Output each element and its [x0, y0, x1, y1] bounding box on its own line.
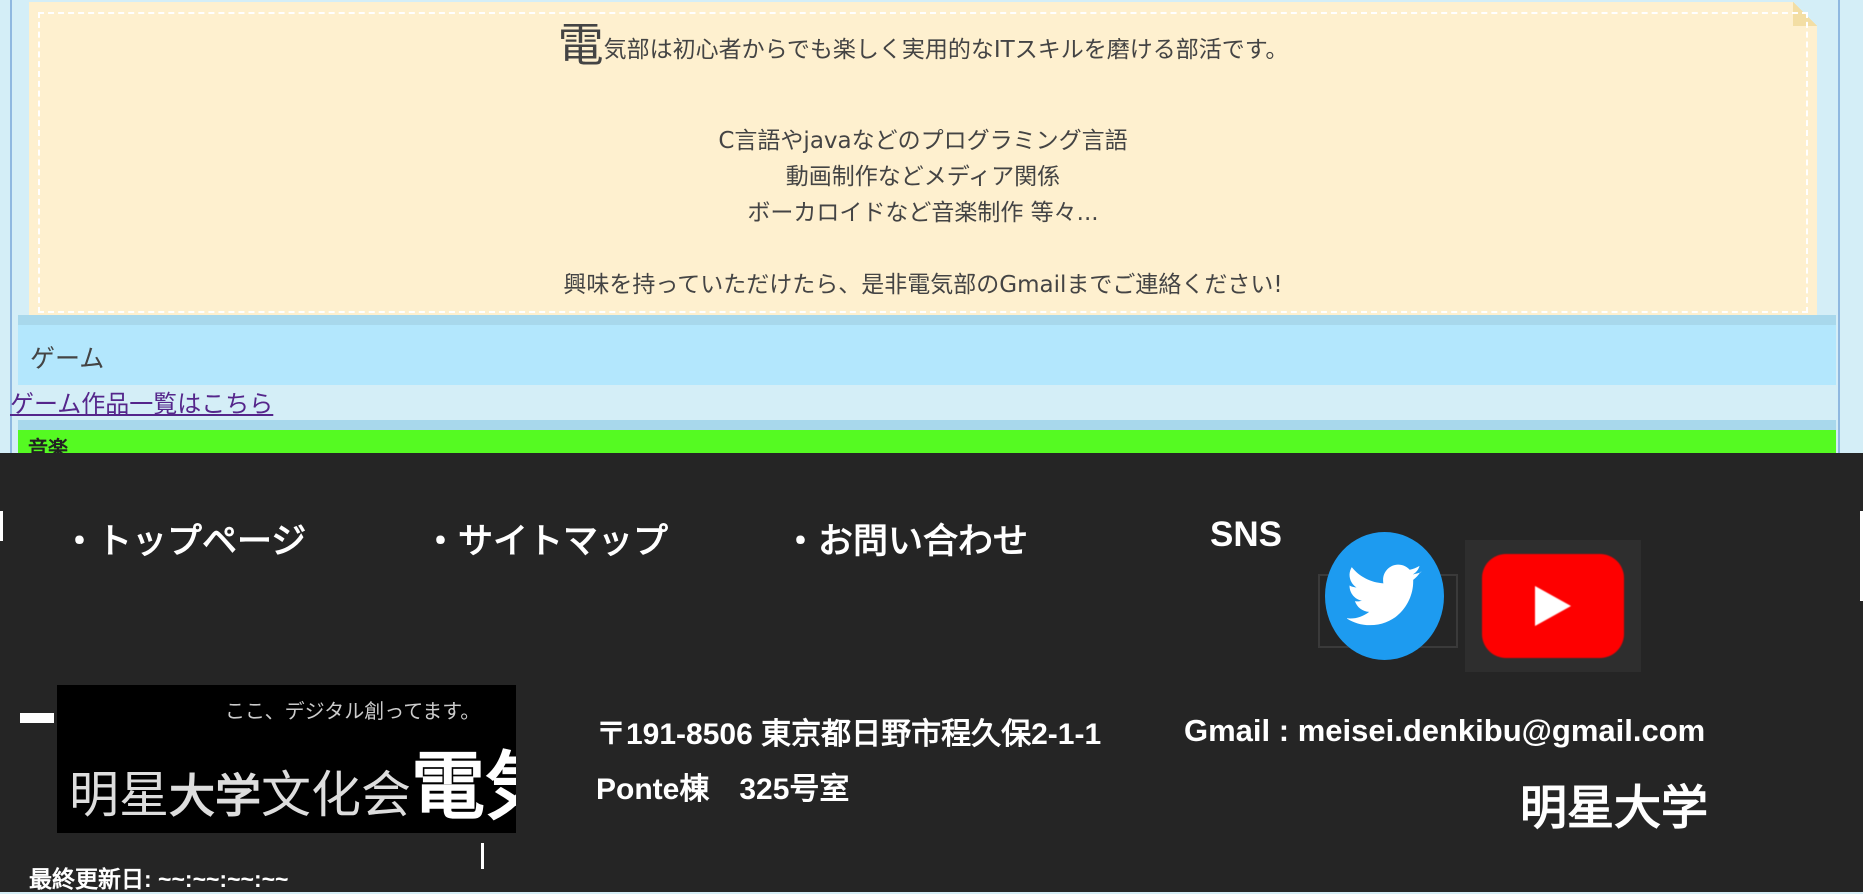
logo-text-daigaku: 大学 [169, 769, 261, 823]
footer-nav-sitemap[interactable]: ・サイトマップ [423, 513, 668, 564]
intro-first-line: 電気部は初心者からでも楽しく実用的なITスキルを磨ける部活です。 [40, 22, 1806, 68]
intro-big-char: 電 [557, 18, 604, 72]
logo-text-bunkakai: 文化会 [261, 766, 411, 824]
intro-contact: 興味を持っていただけたら、是非電気部のGmailまでご連絡ください! [563, 272, 1283, 298]
game-list-link[interactable]: ゲーム作品一覧はこちら [10, 384, 273, 419]
game-section-title: ゲーム [30, 344, 105, 373]
intro-item: ボーカロイドなど音楽制作 等々... [747, 200, 1099, 226]
twitter-bird-icon [1346, 564, 1422, 626]
gmail-address[interactable]: Gmail : meisei.denkibu@gmail.com [1184, 713, 1705, 749]
logo-text-meisei: 明星 [69, 766, 169, 824]
site-footer: ・トップページ ・サイトマップ ・お問い合わせ SNS ここ、デジタル創ってます… [0, 453, 1863, 892]
youtube-button[interactable] [1465, 540, 1641, 672]
intro-box: 電気部は初心者からでも楽しく実用的なITスキルを磨ける部活です。 C言語やjav… [29, 2, 1817, 315]
last-updated: 最終更新日: ~~:~~:~~:~~ [29, 866, 289, 892]
game-section-header: ゲーム [18, 315, 1836, 385]
twitter-button[interactable] [1325, 532, 1444, 660]
logo-text-denkibu: 電気部 [411, 744, 516, 830]
footer-nav-top[interactable]: ・トップページ [62, 513, 306, 564]
text-cursor-mark [481, 843, 484, 869]
sns-label: SNS [1210, 515, 1282, 554]
intro-text-box: 電気部は初心者からでも楽しく実用的なITスキルを磨ける部活です。 C言語やjav… [38, 12, 1808, 313]
edge-mark [0, 511, 3, 541]
university-name: 明星大学 [1520, 781, 1708, 834]
logo-tagline: ここ、デジタル創ってます。 [225, 699, 481, 723]
dash-mark [20, 713, 54, 723]
intro-item: 動画制作などメディア関係 [785, 164, 1061, 190]
intro-first-line-text: 気部は初心者からでも楽しく実用的なITスキルを磨ける部活です。 [603, 37, 1289, 63]
youtube-play-icon [1535, 586, 1571, 626]
intro-item: C言語やjavaなどのプログラミング言語 [718, 128, 1128, 154]
footer-nav-contact[interactable]: ・お問い合わせ [783, 513, 1028, 564]
logo-wordmark: 明星大学文化会電気部 [69, 727, 516, 833]
address-line-2: Ponte棟 325号室 [596, 773, 850, 806]
club-logo: ここ、デジタル創ってます。 明星大学文化会電気部 [57, 685, 516, 833]
address-line-1: 〒191-8506 東京都日野市程久保2-1-1 [596, 718, 1102, 751]
youtube-badge [1482, 554, 1624, 658]
music-section-header: 音楽 [18, 420, 1836, 460]
